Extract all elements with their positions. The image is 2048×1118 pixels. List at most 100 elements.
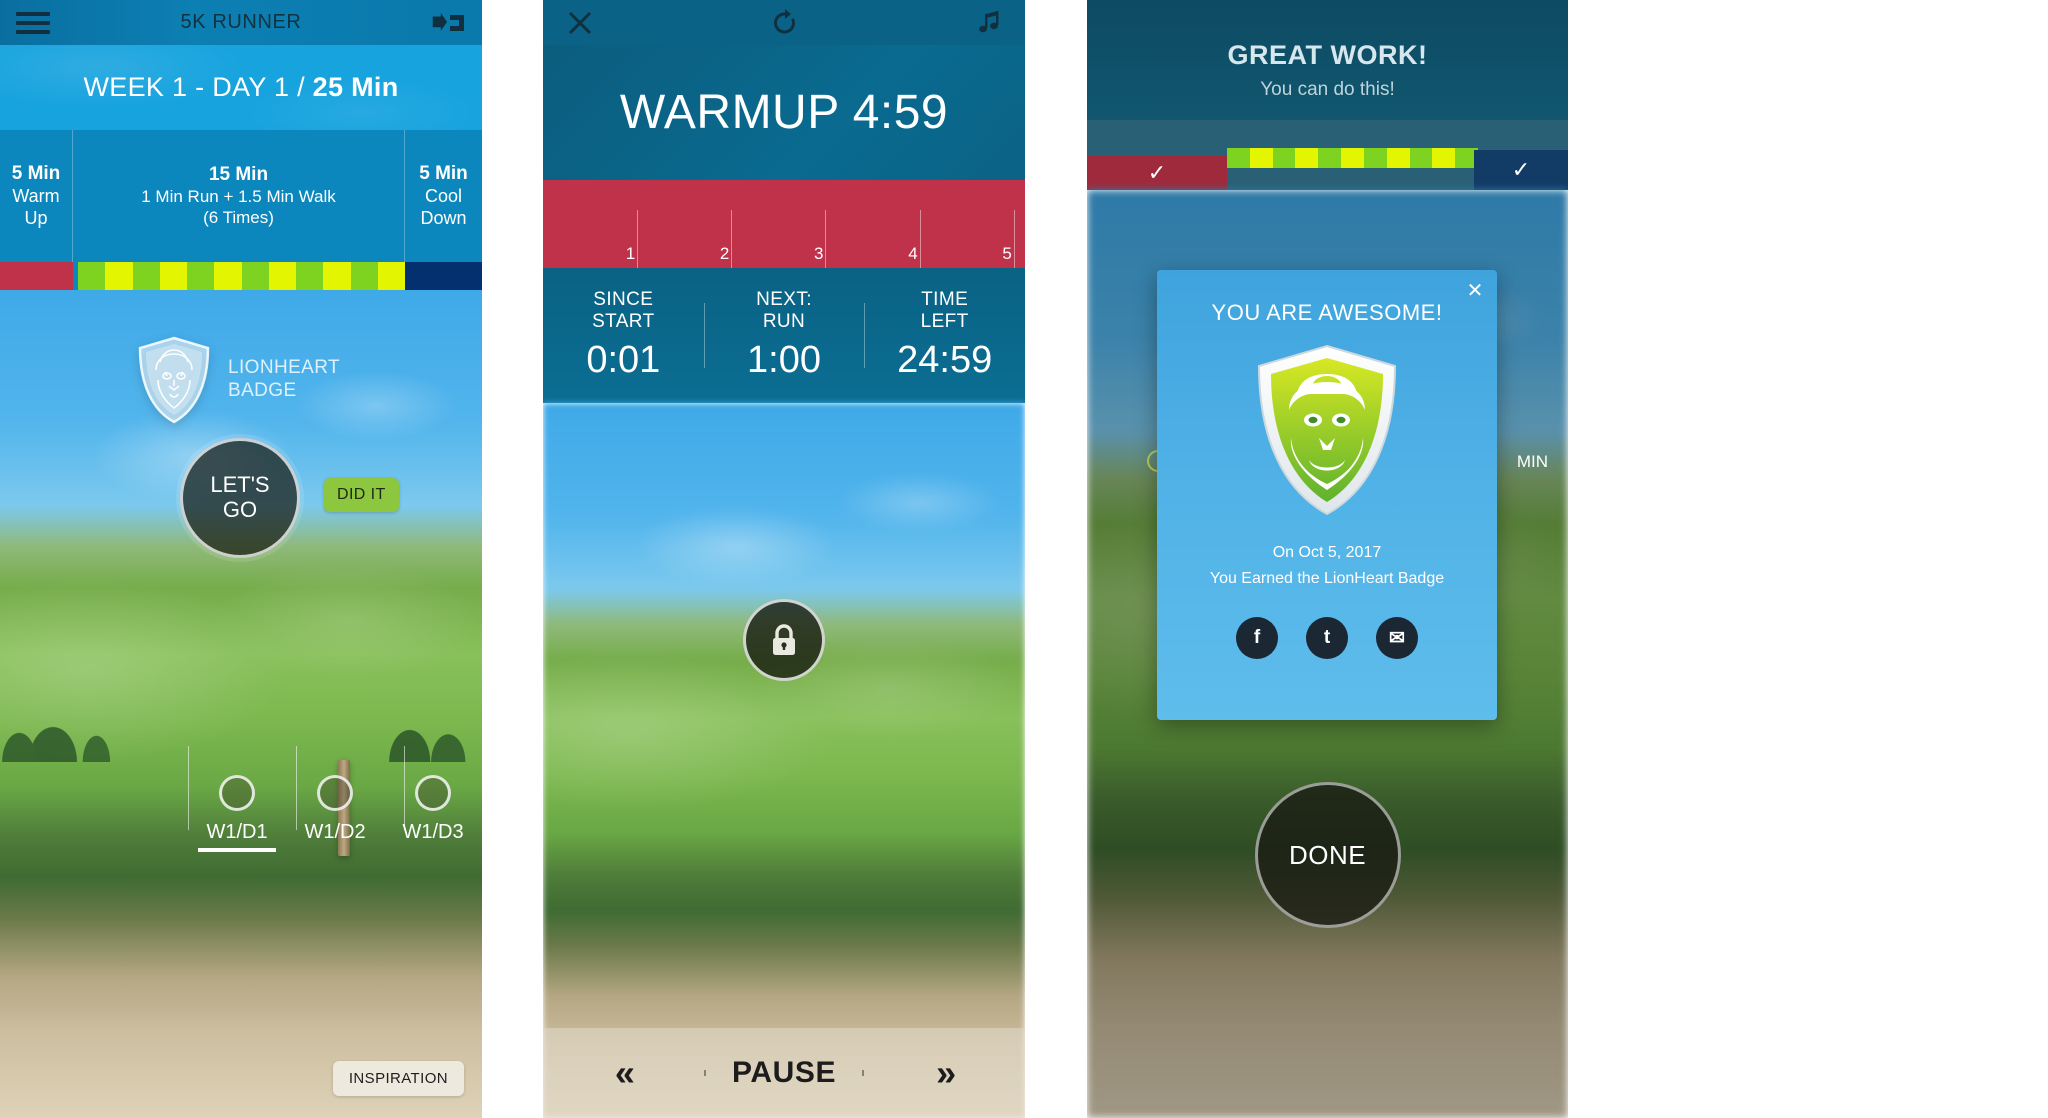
achievement-date-block: On Oct 5, 2017 You Earned the LionHeart … [1157, 540, 1497, 591]
stat-since-start-caption: SINCE START [592, 289, 655, 332]
phase-progress-tick-label: 4 [908, 244, 918, 263]
panel-completion: GREAT WORK! You can do this! ✓ ✓ MIN ✕ Y… [1087, 0, 1568, 1118]
achievement-date: On Oct 5, 2017 [1272, 544, 1382, 561]
twitter-share-button[interactable]: t [1306, 617, 1348, 660]
cooldown-complete-check: ✓ [1474, 150, 1568, 190]
progress-interval-block [241, 262, 269, 290]
phase-progress-tick [825, 210, 827, 268]
achievement-badge [1157, 342, 1497, 518]
workout-progress-bar [0, 262, 482, 290]
day-tab-ring-icon [415, 775, 451, 811]
workout-hero-2: « PAUSE » [543, 403, 1025, 1118]
day-tab-w1d1[interactable]: W1/D1 [188, 775, 286, 852]
interval-stripe [1227, 148, 1250, 168]
hamburger-menu-icon[interactable] [16, 12, 50, 34]
email-share-button[interactable]: ✉ [1376, 617, 1418, 660]
interval-stripe [1363, 148, 1387, 168]
phase-title-area: WARMUP 4:59 [543, 45, 1025, 180]
completion-subtitle: You can do this! [1260, 79, 1395, 100]
panel-workout-overview: 5K RUNNER WEEK 1 - DAY 1 / 25 Min 5 Min … [0, 0, 482, 1118]
segment-cooldown-label: Cool Down [420, 185, 467, 228]
segment-summary: 5 Min Warm Up 15 Min 1 Min Run + 1.5 Min … [0, 130, 482, 262]
interval-stripe [1272, 148, 1296, 168]
interval-stripe [1432, 148, 1456, 168]
progress-warmup-block [0, 262, 73, 290]
lock-button[interactable] [743, 599, 825, 681]
day-tab-ring-icon [317, 775, 353, 811]
phase-progress-tick [1013, 210, 1015, 268]
interval-stripes [1227, 148, 1478, 168]
previous-label: « [614, 1052, 635, 1093]
interval-stripe [1295, 148, 1319, 168]
segment-intervals: 15 Min 1 Min Run + 1.5 Min Walk (6 Times) [73, 130, 405, 262]
completion-header: GREAT WORK! You can do this! [1087, 0, 1568, 120]
segment-intervals-label: 1 Min Run + 1.5 Min Walk (6 Times) [141, 187, 336, 227]
facebook-share-button[interactable]: f [1236, 617, 1278, 660]
stat-time-left: TIME LEFT 24:59 [864, 289, 1025, 382]
achievement-title: YOU ARE AWESOME! [1211, 300, 1443, 325]
interval-stripe [1409, 148, 1433, 168]
stat-next-run-caption: NEXT: RUN [756, 289, 812, 332]
phase-progress-tick-label: 3 [814, 244, 824, 263]
day-tab-active-underline [198, 848, 276, 852]
week-day-prefix: WEEK 1 - DAY 1 / [83, 72, 313, 102]
workout-header [543, 0, 1025, 45]
panel-active-workout: WARMUP 4:59 1 2 3 4 5 SINCE START 0:01 NEXT: R… [543, 0, 1025, 1118]
workout-stats: SINCE START 0:01 NEXT: RUN 1:00 TIME LEFT 2… [543, 268, 1025, 403]
music-note-icon[interactable] [975, 9, 1003, 37]
day-tab-w1d2[interactable]: W1/D2 [286, 775, 384, 852]
pause-label: PAUSE [731, 1056, 837, 1089]
lionheart-badge-row: LIONHEART BADGE [136, 336, 340, 424]
segment-cooldown-duration: 5 Min [419, 163, 468, 185]
day-tab-w1d3[interactable]: W1/D3 [384, 775, 482, 852]
progress-interval-block [350, 262, 378, 290]
app-title: 5K RUNNER [180, 11, 302, 33]
week-day-bar: WEEK 1 - DAY 1 / 25 Min [0, 45, 482, 130]
stat-time-left-caption: TIME LEFT [920, 289, 969, 332]
stat-time-left-value: 24:59 [897, 338, 993, 381]
interval-stripe [1318, 148, 1342, 168]
stat-since-start-value: 0:01 [586, 338, 661, 381]
pause-button[interactable]: PAUSE [703, 1056, 865, 1090]
previous-button[interactable]: « [543, 1052, 704, 1094]
progress-interval-block [78, 262, 106, 290]
close-x-icon[interactable] [565, 8, 595, 38]
phase-progress-tick-label: 5 [1002, 244, 1012, 263]
close-x-icon[interactable]: ✕ [1463, 278, 1487, 302]
segment-intervals-duration: 15 Min [208, 164, 269, 186]
progress-interval-block [132, 262, 160, 290]
lets-go-button[interactable]: LET'S GO [180, 438, 300, 558]
progress-interval-block [296, 262, 324, 290]
workout-hero: LIONHEART BADGE LET'S GO DID IT W1/D1 W1/D… [0, 290, 482, 1118]
warmup-complete-check: ✓ [1087, 156, 1227, 190]
segment-cooldown: 5 Min Cool Down [405, 130, 482, 262]
phase-progress-tick-label: 1 [625, 244, 636, 263]
week-day-duration: 25 Min [312, 72, 399, 102]
done-button[interactable]: DONE [1254, 782, 1401, 928]
phase-progress-tick [637, 210, 639, 268]
inspiration-button[interactable]: INSPIRATION [332, 1061, 464, 1096]
phase-progress-tick [731, 210, 733, 268]
progress-interval-block [214, 262, 242, 290]
screenshot-stage: 5K RUNNER WEEK 1 - DAY 1 / 25 Min 5 Min … [0, 0, 2048, 1118]
restart-circular-arrow-icon[interactable] [770, 8, 800, 38]
achievement-modal: ✕ YOU ARE AWESOME! On Oct 5, 2017 You Ea… [1157, 270, 1497, 720]
checkmark-icon: ✓ [1147, 160, 1167, 185]
completion-title: GREAT WORK! [1227, 40, 1428, 70]
progress-cooldown-block [405, 262, 482, 290]
did-it-button[interactable]: DID IT [324, 478, 399, 512]
progress-interval-block [159, 262, 187, 290]
lionheart-badge-label: LIONHEART BADGE [228, 357, 340, 401]
playback-controls: « PAUSE » [543, 1028, 1025, 1118]
next-button[interactable]: » [864, 1052, 1025, 1094]
collapse-arrows-icon[interactable] [430, 12, 466, 34]
phase-progress-tick [919, 210, 921, 268]
next-label: » [936, 1052, 956, 1093]
min-label: MIN [1516, 452, 1548, 471]
day-tab-label: W1/D3 [402, 821, 464, 843]
lion-shield-badge-icon [1257, 344, 1397, 516]
checkmark-icon: ✓ [1511, 157, 1531, 182]
progress-interval-block [268, 262, 296, 290]
day-tab-ring-icon [219, 775, 255, 811]
day-tab-label: W1/D2 [304, 821, 366, 843]
